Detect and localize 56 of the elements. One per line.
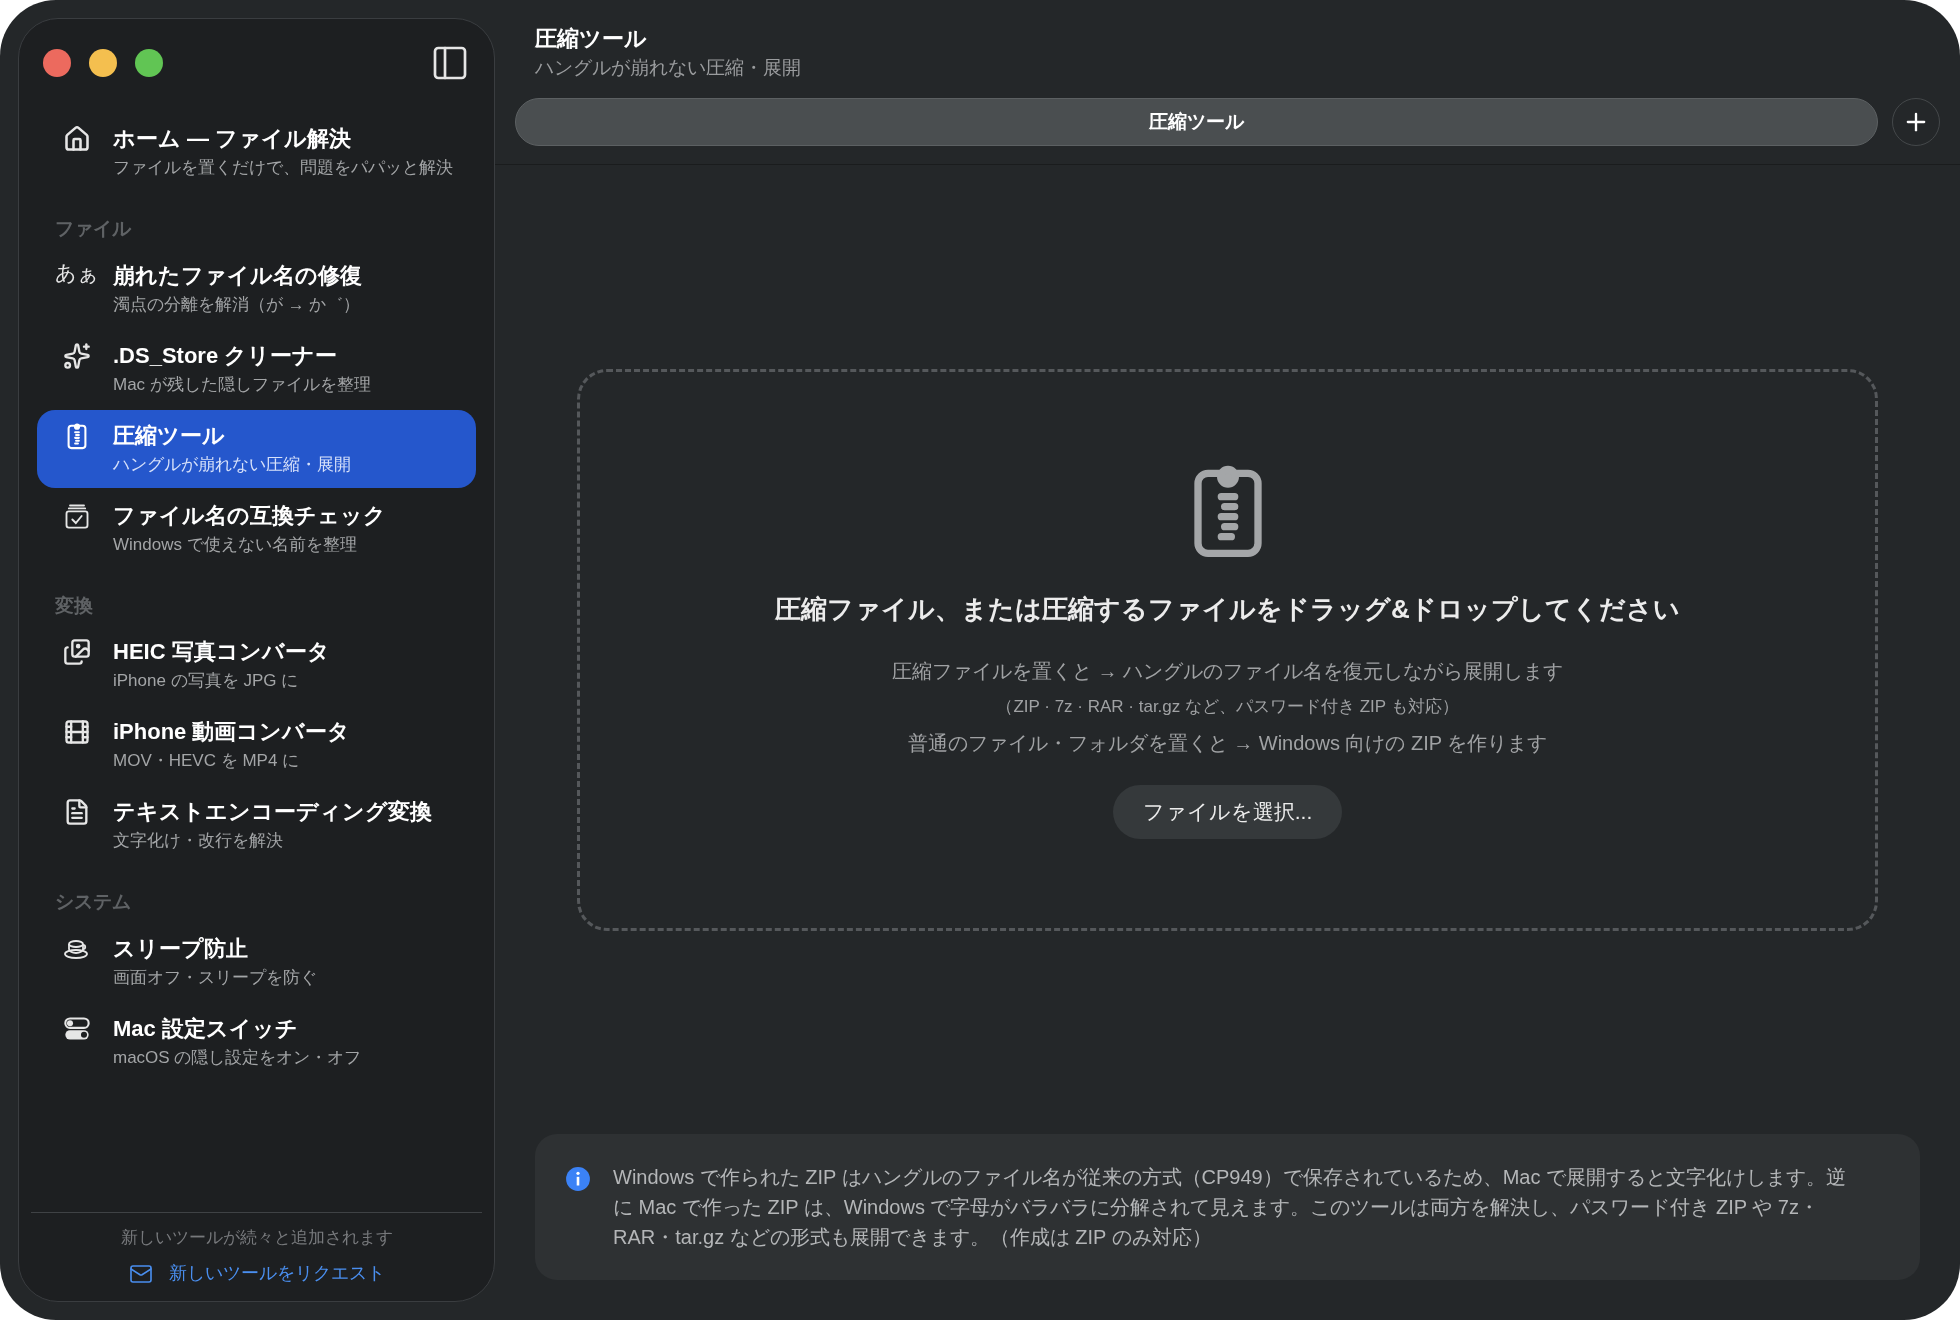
item-subtitle: MOV・HEVC を MP4 に — [113, 750, 301, 772]
photos-icon — [63, 638, 91, 666]
close-window-button[interactable] — [43, 49, 71, 77]
item-subtitle: 文字化け・改行を解決 — [113, 830, 284, 852]
choose-file-button[interactable]: ファイルを選択... — [1112, 785, 1343, 839]
item-subtitle: Windows で使えない名前を整理 — [113, 533, 358, 556]
section-heading: ファイル — [54, 217, 132, 241]
section-heading: 変換 — [54, 593, 94, 618]
tab[interactable]: 圧縮ツール — [515, 98, 1878, 146]
item-title: テキストエンコーディング変換 — [113, 798, 432, 826]
item-title: 圧縮ツール — [113, 421, 226, 450]
info-text: Windows で作られた ZIP はハングルのファイル名が従来の方式（CP949）で保存されているため、Mac で展開すると文字化けします。逆に Mac で作った ZIP は、Windows で字母がバラバラに分解されて見えます。このツールは両方を解決し、パスワード付き ZIP や 7z・RAR・tar.gz などの形式も展開できます。（作成は ZIP のみ対応） — [613, 1165, 1848, 1250]
sidebar-item[interactable]: ファイル名の互換チェック Windows で使えない名前を整理 — [37, 489, 476, 568]
sidebar-item[interactable]: Mac 設定スイッチ macOS の隠し設定をオン・オフ — [37, 1002, 476, 1081]
item-subtitle: ファイルを置くだけで、問題をパパッと解決 — [113, 157, 453, 179]
sidebar-item[interactable]: 圧縮ツール ハングルが崩れない圧縮・展開 — [37, 409, 476, 488]
page-subtitle: ハングルが崩れない圧縮・展開 — [535, 56, 802, 80]
item-subtitle: 画面オフ・スリープを防ぐ — [113, 966, 317, 989]
sidebar-item[interactable]: ホーム — ファイル解決 ファイルを置くだけで、問題をパパッと解決 — [37, 113, 476, 191]
toggles-icon — [63, 1014, 91, 1043]
drop-description: 普通のファイル・フォルダを置くと → Windows 向けの ZIP を作ります — [907, 731, 1548, 756]
kana-icon: あぁ — [55, 261, 99, 318]
info-icon — [565, 1166, 591, 1192]
home-icon — [63, 125, 91, 153]
item-subtitle: macOS の隠し設定をオン・オフ — [113, 1046, 362, 1069]
sidebar-item[interactable]: スリープ防止 画面オフ・スリープを防ぐ — [37, 922, 476, 1001]
item-subtitle: ハングルが崩れない圧縮・展開 — [113, 453, 351, 476]
item-title: 崩れたファイル名の修復 — [113, 261, 362, 290]
request-tool-link[interactable]: 新しいツールをリクエスト — [128, 1260, 385, 1287]
item-title: Mac 設定スイッチ — [113, 1014, 299, 1043]
sidebar-item[interactable]: テキストエンコーディング変換 文字化け・改行を解決 — [37, 786, 476, 864]
sidebar-item[interactable]: .DS_Store クリーナー Mac が残した隠しファイルを整理 — [37, 329, 476, 408]
item-subtitle: iPhone の写真を JPG に — [113, 670, 300, 692]
item-title: ホーム — ファイル解決 — [113, 125, 353, 153]
item-title: ファイル名の互換チェック — [113, 501, 386, 530]
sidebar-item[interactable]: HEIC 写真コンバータ iPhone の写真を JPG に — [37, 626, 476, 704]
sidebar-item[interactable]: iPhone 動画コンバータ MOV・HEVC を MP4 に — [37, 706, 476, 784]
item-title: スリープ防止 — [113, 934, 249, 963]
item-title: iPhone 動画コンバータ — [113, 718, 351, 746]
section-heading: システム — [54, 890, 132, 914]
sparkles-icon — [63, 341, 91, 370]
footer-note: 新しいツールが続々と追加されます — [120, 1226, 393, 1249]
drop-description: 圧縮ファイルを置くと → ハングルのファイル名を復元しながら展開します — [891, 659, 1564, 684]
zipper-document-icon — [65, 421, 89, 450]
film-icon — [63, 718, 91, 746]
zoom-window-button[interactable] — [135, 49, 163, 77]
drop-heading: 圧縮ファイル、または圧縮するファイルをドラッグ&ドロップしてください — [775, 593, 1680, 626]
page-title: 圧縮ツール — [535, 25, 648, 53]
item-title: .DS_Store クリーナー — [113, 341, 339, 370]
item-title: HEIC 写真コンバータ — [113, 638, 330, 666]
sidebar-item[interactable]: あぁ 崩れたファイル名の修復 濁点の分離を解消（が → か゛） — [37, 249, 476, 328]
item-subtitle: 濁点の分離を解消（が → か゛） — [113, 293, 362, 316]
minimize-window-button[interactable] — [89, 49, 117, 77]
drop-zone[interactable]: 圧縮ファイル、または圧縮するファイルをドラッグ&ドロップしてください 圧縮ファイルを置くと → ハングルのファイル名を復元しながら展開します （ZIP · 7z · RAR · tar.gz など、パスワード付き ZIP も対応） 普通のファイル・フォルダを置くと → Windows 向けの ZIP を作ります ファイルを選択... — [577, 368, 1878, 931]
drop-description: （ZIP · 7z · RAR · tar.gz など、パスワード付き ZIP も対応） — [996, 696, 1459, 718]
item-subtitle: Mac が残した隠しファイルを整理 — [113, 373, 371, 396]
